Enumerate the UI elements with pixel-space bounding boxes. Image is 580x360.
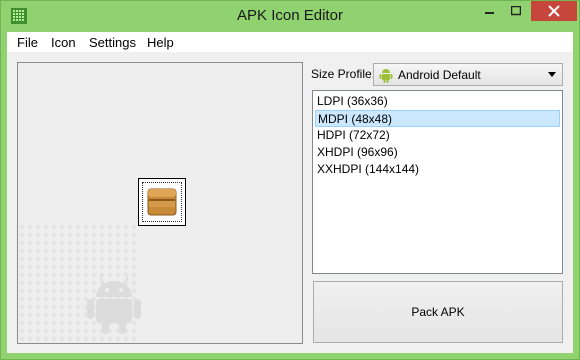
size-profile-label: Size Profile: — [311, 67, 376, 81]
icon-preview-area[interactable] — [17, 62, 303, 344]
list-item-ldpi[interactable]: LDPI (36x36) — [315, 93, 560, 110]
minimize-button[interactable] — [477, 1, 503, 21]
list-item-xhdpi[interactable]: XHDPI (96x96) — [315, 144, 560, 161]
menu-settings[interactable]: Settings — [89, 35, 136, 50]
icon-frame[interactable] — [138, 178, 186, 226]
menu-help[interactable]: Help — [147, 35, 174, 50]
close-button[interactable] — [531, 1, 577, 21]
size-profile-select[interactable]: Android Default — [373, 63, 563, 86]
minimize-icon — [485, 12, 494, 14]
list-item-xxhdpi[interactable]: XXHDPI (144x144) — [315, 161, 560, 178]
maximize-icon — [511, 6, 521, 16]
android-watermark-icon — [87, 277, 141, 334]
box-icon — [147, 188, 177, 216]
android-icon — [379, 69, 393, 83]
close-icon — [548, 5, 560, 17]
size-profile-value: Android Default — [398, 68, 481, 82]
app-window: APK Icon Editor File Icon Settings Help — [0, 0, 580, 360]
pack-apk-button[interactable]: Pack APK — [313, 281, 563, 343]
client-area: File Icon Settings Help Size Profile: An… — [7, 32, 573, 353]
menu-bar: File Icon Settings Help — [7, 32, 573, 52]
list-item-mdpi[interactable]: MDPI (48x48) — [315, 110, 560, 127]
icon-size-list[interactable]: LDPI (36x36) MDPI (48x48) HDPI (72x72) X… — [312, 90, 563, 274]
menu-file[interactable]: File — [17, 35, 38, 50]
list-item-hdpi[interactable]: HDPI (72x72) — [315, 127, 560, 144]
chevron-down-icon — [548, 72, 556, 77]
title-bar[interactable]: APK Icon Editor — [1, 1, 579, 31]
maximize-button[interactable] — [503, 1, 529, 21]
menu-icon[interactable]: Icon — [51, 35, 76, 50]
